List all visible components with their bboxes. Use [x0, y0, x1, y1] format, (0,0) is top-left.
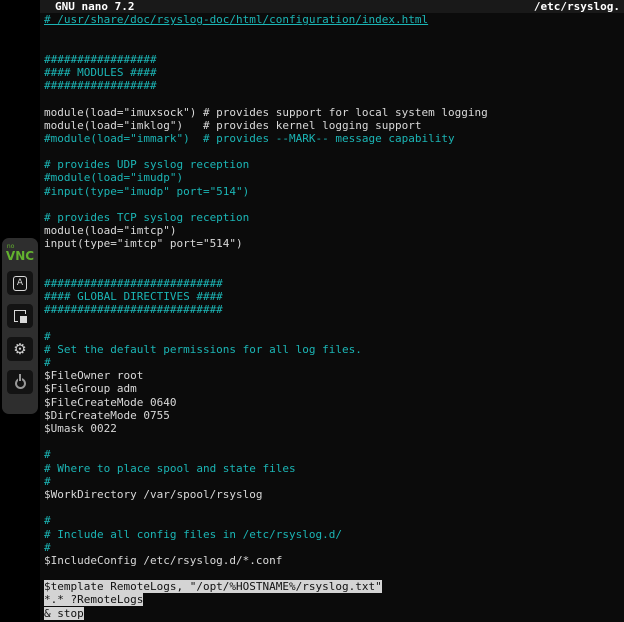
terminal-line: # Where to place spool and state files — [44, 462, 624, 475]
terminal-line: # Set the default permissions for all lo… — [44, 343, 624, 356]
terminal-line: ################# — [44, 79, 624, 92]
terminal-lines: # /usr/share/doc/rsyslog-doc/html/config… — [40, 13, 624, 620]
terminal-line: $FileGroup adm — [44, 382, 624, 395]
terminal-line: $IncludeConfig /etc/rsyslog.d/*.conf — [44, 554, 624, 567]
terminal-line: # Include all config files in /etc/rsysl… — [44, 528, 624, 541]
terminal-line — [44, 145, 624, 158]
terminal-line: input(type="imtcp" port="514") — [44, 237, 624, 250]
fullscreen-icon — [14, 310, 26, 322]
terminal-line: $template RemoteLogs, "/opt/%HOSTNAME%/r… — [44, 580, 624, 593]
terminal-line — [44, 26, 624, 39]
terminal-line — [44, 40, 624, 53]
novnc-control-bar: no VNC A ⚙ — [2, 238, 38, 414]
power-button[interactable] — [7, 370, 33, 394]
terminal-line — [44, 567, 624, 580]
terminal-line: # /usr/share/doc/rsyslog-doc/html/config… — [44, 13, 624, 26]
terminal-line — [44, 92, 624, 105]
novnc-logo-vnc: VNC — [6, 250, 34, 262]
terminal-line: # provides UDP syslog reception — [44, 158, 624, 171]
vnc-sidebar: no VNC A ⚙ — [0, 0, 40, 622]
power-icon — [15, 378, 26, 389]
terminal-line: module(load="imtcp") — [44, 224, 624, 237]
settings-button[interactable]: ⚙ — [7, 337, 33, 361]
terminal-line: $Umask 0022 — [44, 422, 624, 435]
terminal-line — [44, 435, 624, 448]
terminal-line: *.* ?RemoteLogs — [44, 593, 624, 606]
terminal-line: module(load="imklog") # provides kernel … — [44, 119, 624, 132]
terminal-line: $DirCreateMode 0755 — [44, 409, 624, 422]
terminal-line: # — [44, 356, 624, 369]
terminal-line: ########################### — [44, 303, 624, 316]
terminal-line — [44, 251, 624, 264]
novnc-logo: no VNC — [6, 244, 34, 262]
nano-titlebar: GNU nano 7.2 /etc/rsyslog. — [40, 0, 624, 13]
terminal-line: # provides TCP syslog reception — [44, 211, 624, 224]
terminal-line: & stop — [44, 607, 624, 620]
terminal-line: ########################### — [44, 277, 624, 290]
nano-file-path: /etc/rsyslog. — [534, 0, 620, 13]
fullscreen-button[interactable] — [7, 304, 33, 328]
terminal-line: #module(load="immark") # provides --MARK… — [44, 132, 624, 145]
desktop: no VNC A ⚙ ◄ GNU nano 7.2 /etc/rsyslog. … — [0, 0, 624, 622]
terminal-window[interactable]: GNU nano 7.2 /etc/rsyslog. # /usr/share/… — [40, 0, 624, 622]
terminal-line: ################# — [44, 53, 624, 66]
terminal-line: $FileOwner root — [44, 369, 624, 382]
terminal-line: #input(type="imudp" port="514") — [44, 185, 624, 198]
terminal-line: #module(load="imudp") — [44, 171, 624, 184]
terminal-line — [44, 264, 624, 277]
terminal-line — [44, 198, 624, 211]
extra-keys-button[interactable]: A — [7, 271, 33, 295]
terminal-line: # — [44, 541, 624, 554]
terminal-line: $FileCreateMode 0640 — [44, 396, 624, 409]
nano-app-title: GNU nano 7.2 — [55, 0, 134, 13]
gear-icon: ⚙ — [13, 342, 26, 357]
keyboard-a-icon: A — [13, 276, 27, 291]
terminal-line — [44, 501, 624, 514]
terminal-line: # — [44, 514, 624, 527]
terminal-line: #### GLOBAL DIRECTIVES #### — [44, 290, 624, 303]
terminal-line: $WorkDirectory /var/spool/rsyslog — [44, 488, 624, 501]
terminal-line: # — [44, 448, 624, 461]
terminal-line: module(load="imuxsock") # provides suppo… — [44, 106, 624, 119]
terminal-line: # — [44, 475, 624, 488]
terminal-line: #### MODULES #### — [44, 66, 624, 79]
terminal-line — [44, 317, 624, 330]
terminal-line: # — [44, 330, 624, 343]
